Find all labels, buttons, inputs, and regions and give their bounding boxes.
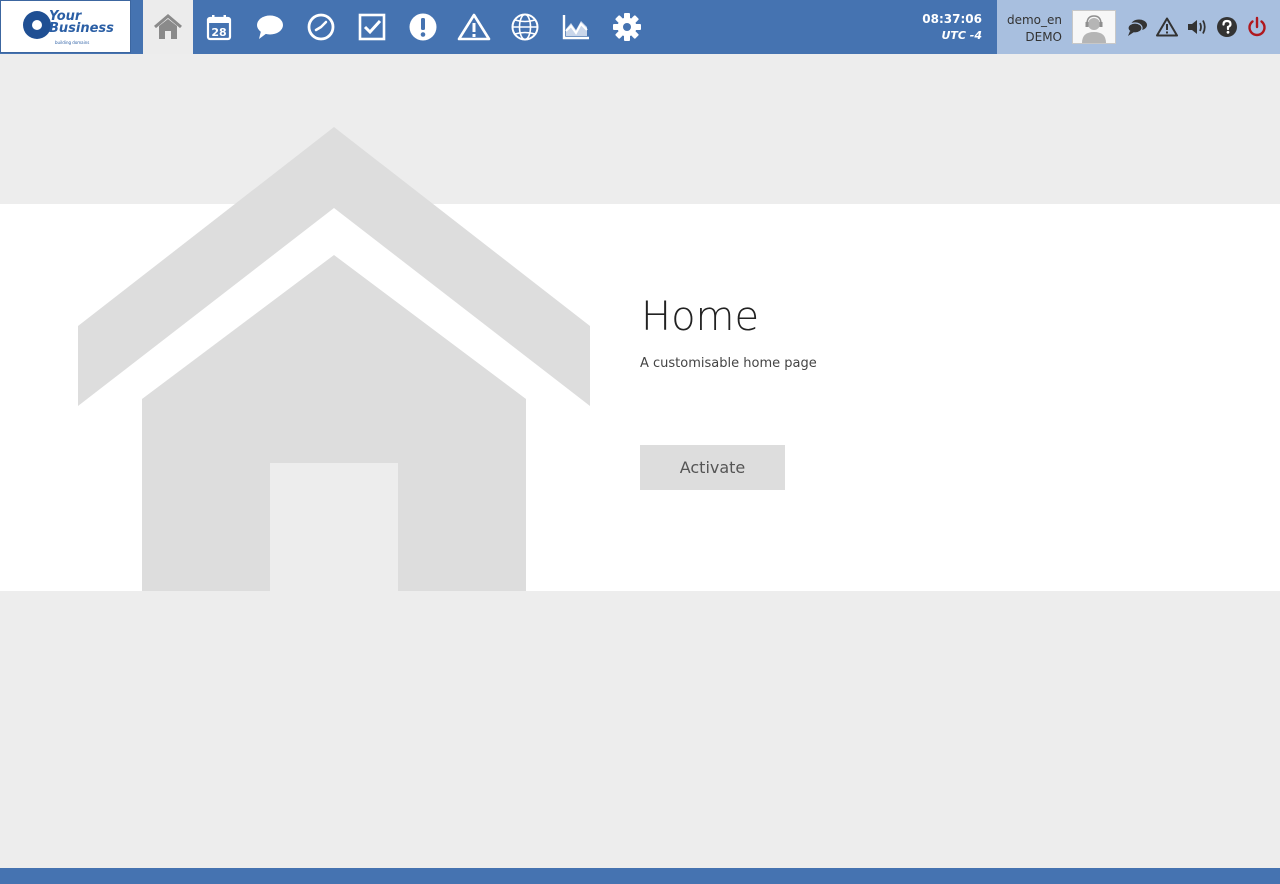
footer-bar xyxy=(0,868,1280,884)
page-subtitle: A customisable home page xyxy=(640,356,817,371)
house-door-shape xyxy=(270,463,398,591)
page-title: Home xyxy=(641,294,760,340)
house-illustration xyxy=(78,127,590,591)
activate-button[interactable]: Activate xyxy=(640,445,785,490)
